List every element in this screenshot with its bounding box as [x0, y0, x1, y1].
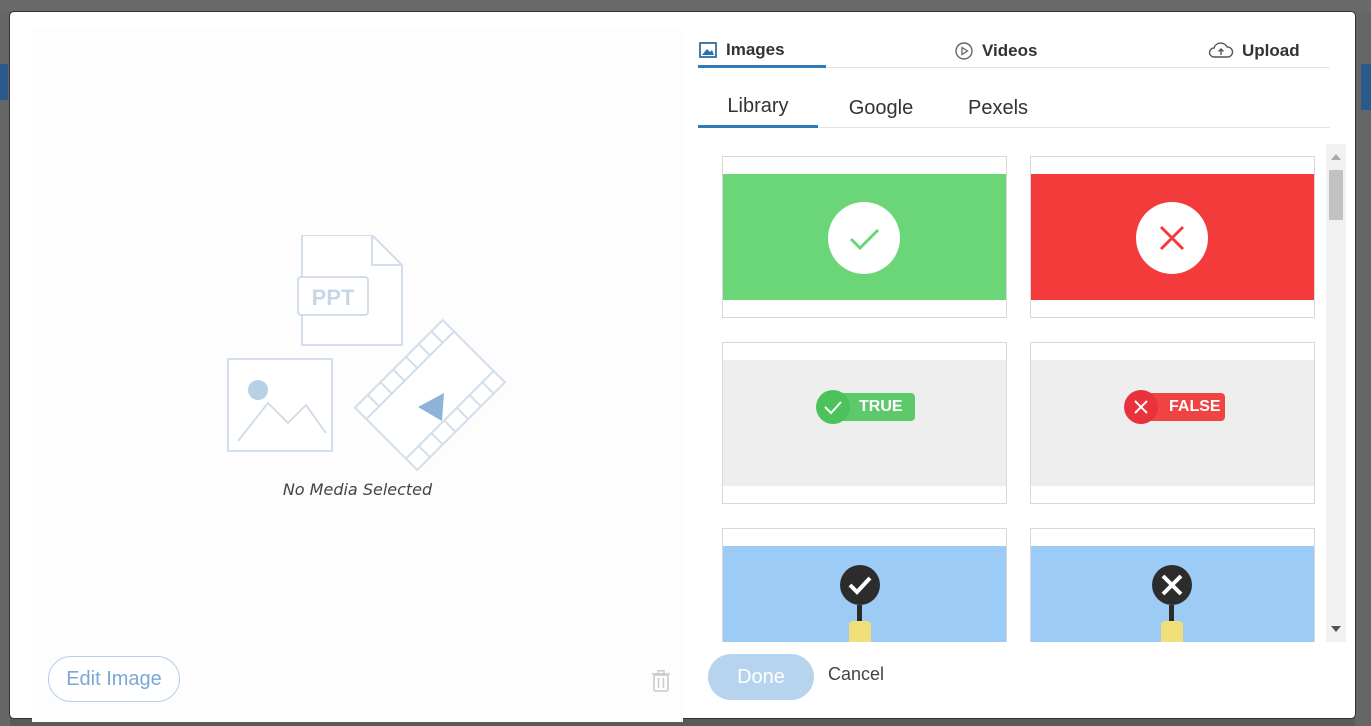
tab-videos[interactable]: Videos	[954, 34, 1074, 68]
scroll-up-icon[interactable]	[1331, 154, 1341, 160]
background-app-right	[1355, 12, 1371, 726]
library-image-x[interactable]	[1030, 156, 1315, 318]
false-badge-label: FALSE	[1169, 398, 1221, 415]
library-image-hand-check[interactable]	[722, 528, 1007, 642]
background-app	[0, 0, 1371, 12]
library-image-false-badge[interactable]: FALSE	[1030, 342, 1315, 504]
trash-icon[interactable]	[652, 670, 670, 692]
tab-images[interactable]: Images	[698, 34, 826, 68]
true-badge-label: TRUE	[859, 398, 903, 415]
checkmark-icon	[828, 202, 900, 274]
close-icon	[1136, 202, 1208, 274]
media-preview-panel: PPT No Media Selected Edit Image	[32, 30, 683, 722]
checkmark-icon	[816, 390, 850, 424]
done-button[interactable]: Done	[708, 654, 814, 700]
no-media-label: No Media Selected	[282, 480, 433, 499]
media-type-tabs: Images Videos Upload	[698, 30, 1330, 68]
tab-videos-label: Videos	[982, 41, 1038, 60]
background-app-left	[0, 12, 10, 726]
library-image-hand-x[interactable]	[1030, 528, 1315, 642]
tab-google[interactable]: Google	[826, 88, 936, 128]
library-image-check[interactable]	[722, 156, 1007, 318]
scroll-down-icon[interactable]	[1331, 626, 1341, 632]
image-library-grid: TRUE FALSE	[712, 144, 1322, 642]
edit-image-button[interactable]: Edit Image	[48, 656, 180, 702]
svg-text:PPT: PPT	[312, 285, 355, 310]
library-image-true-badge[interactable]: TRUE	[722, 342, 1007, 504]
no-media-illustration: PPT	[227, 235, 507, 472]
tab-upload[interactable]: Upload	[1208, 34, 1318, 68]
play-circle-icon	[955, 42, 973, 60]
cloud-upload-icon	[1208, 42, 1234, 58]
source-tabs: Library Google Pexels	[698, 88, 1330, 128]
close-icon	[1124, 390, 1158, 424]
library-scrollbar[interactable]	[1326, 144, 1346, 642]
cancel-button[interactable]: Cancel	[828, 664, 884, 685]
hand-sign-check-icon	[840, 565, 880, 642]
tab-library[interactable]: Library	[698, 88, 818, 128]
media-browser-panel: Images Videos Upload Library Google Pexe	[698, 12, 1355, 718]
scrollbar-thumb[interactable]	[1329, 170, 1343, 220]
media-picker-modal: PPT No Media Selected Edit Image Images …	[10, 12, 1355, 722]
hand-sign-x-icon	[1152, 565, 1192, 642]
tab-upload-label: Upload	[1242, 41, 1300, 60]
tab-pexels[interactable]: Pexels	[948, 88, 1048, 128]
image-icon	[699, 41, 717, 58]
tab-images-label: Images	[726, 39, 785, 59]
image-file-icon	[227, 358, 333, 452]
